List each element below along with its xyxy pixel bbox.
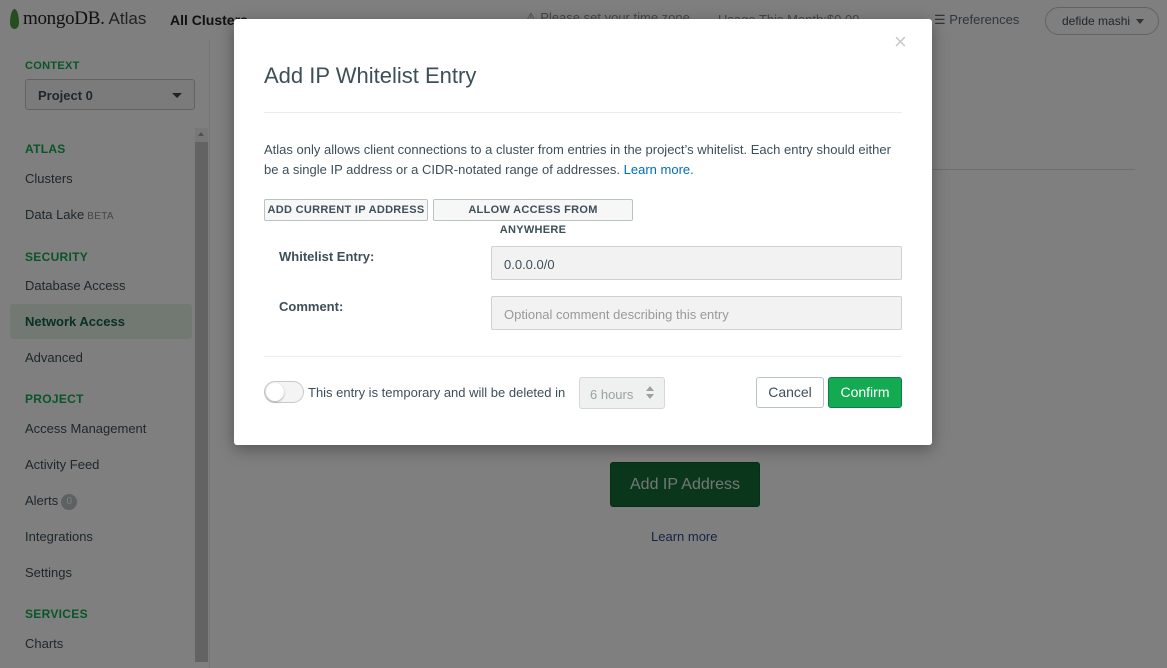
header-divider: [264, 112, 902, 113]
whitelist-entry-label: Whitelist Entry:: [279, 249, 375, 264]
comment-label: Comment:: [279, 299, 344, 314]
add-current-ip-button[interactable]: ADD CURRENT IP ADDRESS: [264, 199, 428, 221]
comment-input[interactable]: Optional comment describing this entry: [491, 296, 902, 330]
cancel-button[interactable]: Cancel: [756, 377, 824, 408]
duration-value: 6 hours: [590, 387, 634, 402]
allow-access-anywhere-button[interactable]: ALLOW ACCESS FROM ANYWHERE: [433, 199, 633, 236]
toggle-knob: [266, 383, 284, 401]
learn-more-link[interactable]: Learn more.: [624, 162, 694, 177]
modal-description: Atlas only allows client connections to …: [264, 140, 894, 180]
temporary-entry-label: This entry is temporary and will be dele…: [308, 385, 566, 400]
whitelist-entry-input[interactable]: 0.0.0.0/0: [491, 246, 902, 280]
duration-select[interactable]: 6 hours: [579, 377, 665, 409]
temporary-entry-toggle[interactable]: [264, 381, 304, 403]
footer-divider: [264, 356, 902, 357]
confirm-button[interactable]: Confirm: [828, 377, 902, 408]
spinner-arrows-icon: [646, 386, 654, 399]
add-ip-whitelist-modal: × Add IP Whitelist Entry Atlas only allo…: [234, 19, 932, 445]
close-icon[interactable]: ×: [894, 31, 907, 53]
modal-title: Add IP Whitelist Entry: [264, 63, 477, 88]
description-text: Atlas only allows client connections to …: [264, 142, 891, 177]
